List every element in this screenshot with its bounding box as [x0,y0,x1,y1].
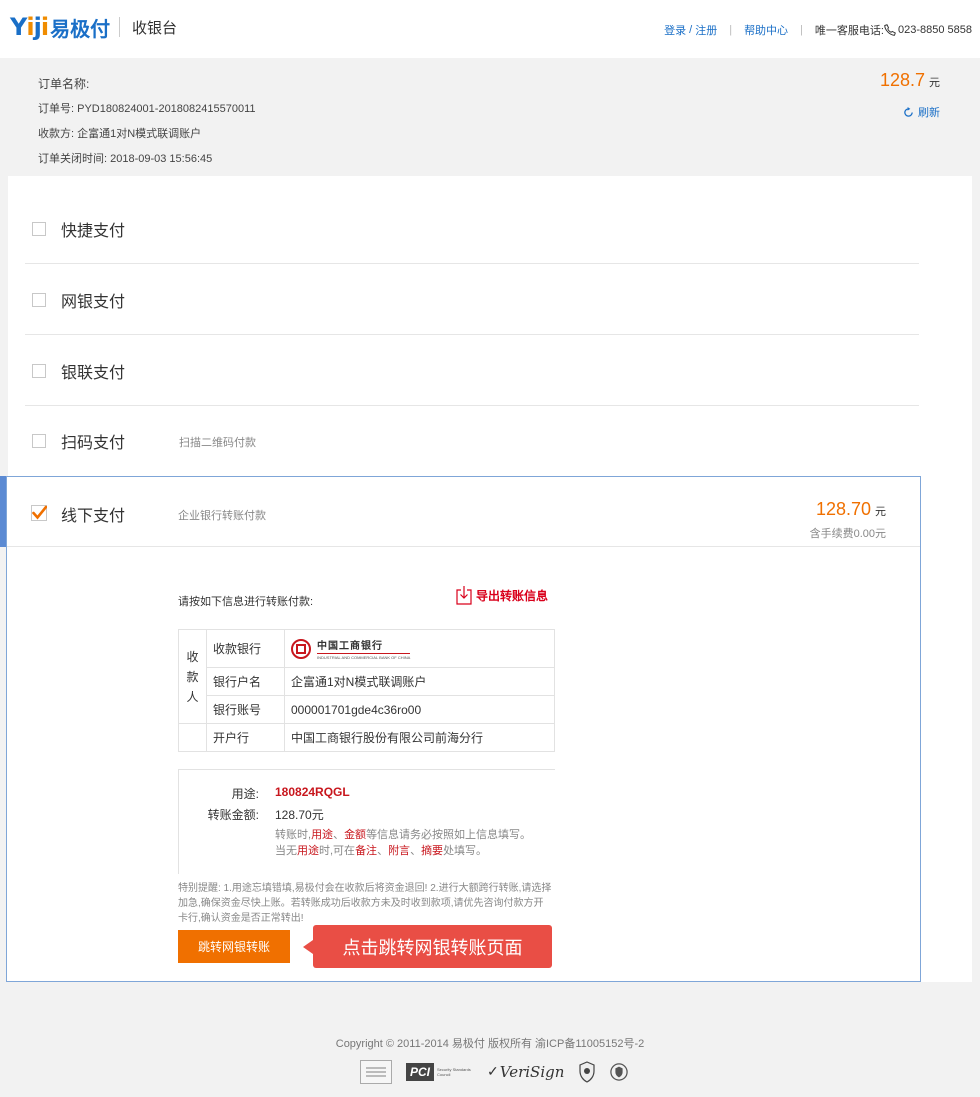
order-amount: 128.7 元 [880,70,940,91]
pci-badge[interactable]: PCI Security Standards Council [406,1061,473,1083]
branch-key: 开户行 [206,723,285,752]
account-number-key: 银行账号 [206,695,285,724]
method-label: 银联支付 [61,365,126,382]
offline-amount-value: 128.70 [815,499,871,519]
account-name-key: 银行户名 [206,667,285,696]
top-header: Yiji 易极付 收银台 登录 / 注册 | 帮助中心 | 唯一客服电话: 02… [0,0,980,58]
callout-annotation: 点击跳转网银转账页面 [303,925,552,968]
amount-value: 128.70元 [275,808,324,822]
transfer-details: 用途: 180824RQGL 转账金额: 128.70元 转账时,用途、金额等信… [178,769,555,874]
note-line-2: 当无用途时,可在备注、附言、摘要处填写。 [275,845,488,857]
bank-key: 收款银行 [206,629,285,668]
method-offline-pay: 线下支付 企业银行转账付款 128.70 元 含手续费0.00元 请按如下信息进行… [0,476,921,982]
refresh-button[interactable]: 刷新 [903,104,940,120]
header-divider [119,17,120,37]
hotline-label: 唯一客服电话: [814,25,884,37]
yiji-logo[interactable]: Yiji 易极付 [10,12,110,42]
order-amount-unit: 元 [929,77,940,89]
transfer-instruction: 请按如下信息进行转账付款: [178,596,314,608]
payee-header: 收款人 [178,629,207,724]
check-icon: ✓ [487,1064,499,1080]
footer: Copyright © 2011-2014 易极付 版权所有 渝ICP备1100… [0,1016,980,1097]
offline-amount-unit: 元 [875,506,886,518]
order-info: 订单名称: 订单号: PYD180824001-2018082415570011… [38,72,256,172]
selected-indicator [0,476,6,547]
note-line-1: 转账时,用途、金额等信息请务必按照如上信息填写。 [275,829,532,841]
help-center-link[interactable]: 帮助中心 [744,22,788,38]
method-label: 线下支付 [61,508,126,525]
export-icon [456,586,472,605]
phone-icon [884,24,896,36]
order-amount-value: 128.7 [879,70,925,90]
verisign-text: VeriSign [499,1063,565,1081]
offline-header[interactable]: 线下支付 企业银行转账付款 128.70 元 含手续费0.00元 [7,477,920,547]
method-desc: 企业银行转账付款 [178,510,266,522]
checkbox[interactable] [32,222,46,236]
register-link[interactable]: 注册 [695,22,717,38]
export-label: 导出转账信息 [476,588,549,603]
export-transfer-info-link[interactable]: 导出转账信息 [456,585,548,605]
icbc-logo: 中国工商银行 INDUSTRIAL AND COMMERCIAL BANK OF… [291,633,548,665]
logo-text: Yiji [10,13,49,41]
empty-cell [178,723,207,752]
transfer-note: 转账时,用途、金额等信息请务必按照如上信息填写。 当无用途时,可在备注、附言、摘… [275,827,565,859]
checkbox[interactable] [32,434,46,448]
divider: | [800,24,803,36]
checked-checkbox-icon[interactable] [31,505,47,521]
bank-name-cn: 中国工商银行 [317,641,383,652]
purpose-value: 180824RQGL [275,785,350,799]
order-name-label: 订单名称: [38,77,90,91]
amount-key: 转账金额: [207,808,259,822]
certificate-badge-icon[interactable] [360,1060,392,1084]
method-desc: 扫描二维码付款 [179,437,256,449]
checkbox[interactable] [32,364,46,378]
purpose-key: 用途: [231,787,259,801]
offline-amount: 128.70 元 [816,499,886,520]
page-title: 收银台 [132,20,178,37]
refresh-label: 刷新 [918,107,940,119]
jump-to-online-banking-button[interactable]: 跳转网银转账 [178,930,290,963]
order-payee: 收款方: 企富通1对N模式联调账户 [38,128,202,140]
pci-subtitle: Security Standards Council [437,1067,471,1077]
method-quick-pay[interactable]: 快捷支付 [25,193,919,264]
shield-badge-icon[interactable] [610,1061,629,1083]
branch-value: 中国工商银行股份有限公司前海分行 [284,723,555,752]
checkbox[interactable] [32,293,46,307]
method-online-bank[interactable]: 网银支付 [25,264,919,335]
special-reminder: 特别提醒: 1.用途忘填错填,易极付会在收款后将资金退回! 2.进行大额跨行转账… [178,883,552,924]
bank-name-en: INDUSTRIAL AND COMMERCIAL BANK OF CHINA [317,653,411,660]
method-label: 快捷支付 [61,223,126,240]
logo-cn: 易极付 [50,18,111,41]
method-unionpay[interactable]: 银联支付 [25,335,919,406]
verisign-badge[interactable]: ✓ VeriSign [487,1063,564,1081]
account-name-value: 企富通1对N模式联调账户 [284,667,555,696]
order-close-time: 订单关闭时间: 2018-09-03 15:56:45 [38,153,213,165]
divider: | [729,24,733,36]
payee-bank-table: 收款人 收款银行 中国工商银行 INDUSTRIAL AND COMMERCIA… [178,629,555,752]
offline-fee: 含手续费0.00元 [809,528,886,540]
pci-logo: PCI [406,1063,435,1081]
hotline-number: 023-8850 5858 [897,24,972,36]
icbc-emblem-icon [291,638,311,659]
police-badge-icon[interactable] [578,1061,596,1083]
method-qr-code[interactable]: 扫码支付 扫描二维码付款 [25,405,919,476]
login-link[interactable]: 登录 [664,22,686,38]
account-number-value: 000001701gde4c36ro00 [284,695,555,724]
method-label: 网银支付 [61,294,126,311]
refresh-icon [904,106,913,117]
header-links: 登录 / 注册 | 帮助中心 | 唯一客服电话: 023-8850 5858 [664,22,972,38]
security-badges: PCI Security Standards Council ✓ VeriSig… [360,1060,642,1084]
bank-logo-cell: 中国工商银行 INDUSTRIAL AND COMMERCIAL BANK OF… [284,629,555,668]
method-label: 扫码支付 [61,435,126,452]
login-slash: / [689,24,693,36]
order-number: 订单号: PYD180824001-2018082415570011 [38,103,256,115]
copyright: Copyright © 2011-2014 易极付 版权所有 渝ICP备1100… [335,1038,645,1050]
